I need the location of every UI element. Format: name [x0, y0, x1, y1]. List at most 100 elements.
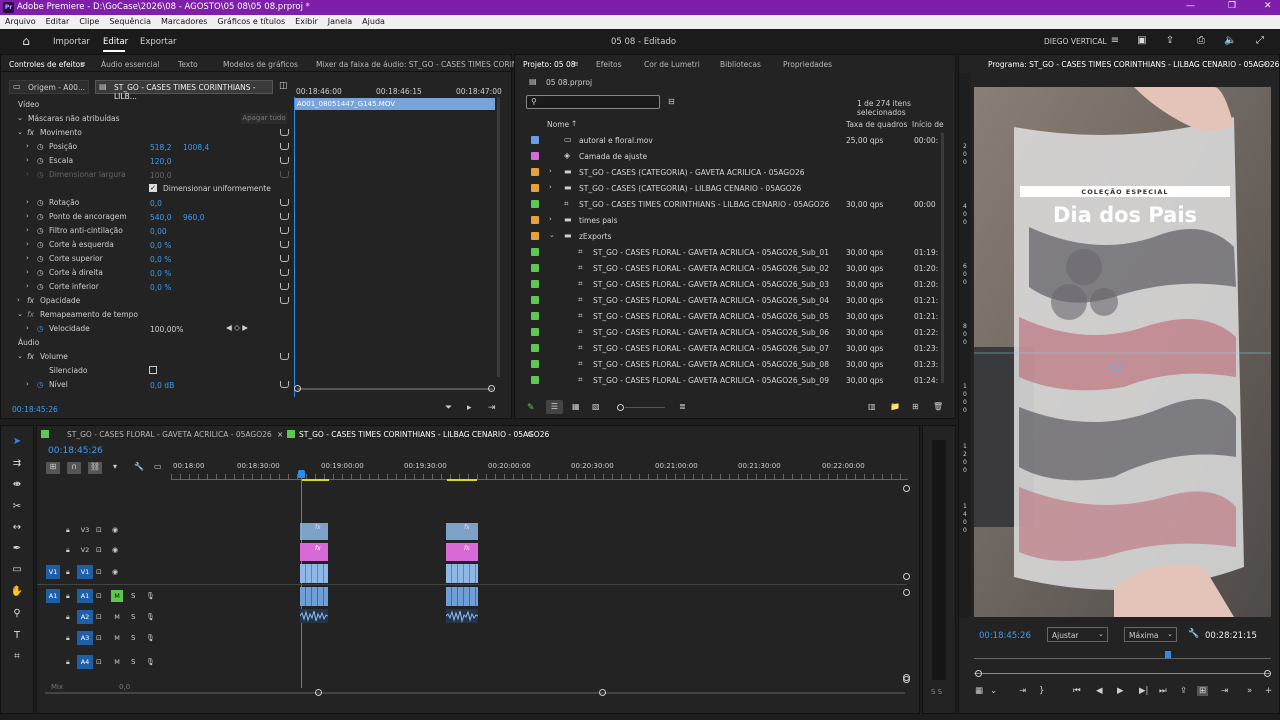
v2-adjustment-clip-1[interactable]: fx	[300, 543, 328, 561]
fit-dropdown[interactable]: Ajustar ⌄	[1047, 627, 1108, 642]
share-icon[interactable]: ⇪	[1164, 35, 1176, 47]
tab-graphic-templates[interactable]: Modelos de gráficos	[223, 60, 298, 69]
project-item[interactable]: › ▬ ST_GO - CASES (CATEGORIA) - LILBAG C…	[520, 180, 938, 196]
solo-track-icon[interactable]: S	[131, 592, 135, 600]
step-forward-icon[interactable]: ▶|	[1139, 686, 1148, 696]
expand-volume-icon[interactable]: ⌄	[17, 352, 23, 360]
source-clip-tab[interactable]: ▭ Origem - A00...	[9, 80, 89, 94]
mute-track-icon[interactable]: M	[111, 632, 123, 644]
automate-icon[interactable]: ▥	[868, 402, 876, 411]
prop-value-1[interactable]: 0,00	[150, 227, 167, 236]
stopwatch-speed-icon[interactable]: ◷	[37, 324, 44, 333]
ec-zoom-scrollbar[interactable]	[297, 388, 493, 390]
v-scroll-mid[interactable]	[903, 573, 910, 580]
program-time-ruler[interactable]	[974, 653, 1271, 659]
add-button-icon[interactable]: +	[1265, 686, 1272, 696]
linked-selection-icon[interactable]: ⛓	[88, 462, 102, 474]
nav-editar[interactable]: Editar	[103, 37, 128, 47]
expand-prop-icon[interactable]: ›	[26, 156, 29, 164]
project-item[interactable]: ◈ Camada de ajuste	[520, 148, 938, 164]
zoom-tool-icon[interactable]: ⚲	[9, 606, 25, 622]
tab-effect-controls[interactable]: Controles de efeitos	[9, 60, 84, 69]
filter-icon[interactable]: ⏷	[445, 403, 452, 413]
nav-exportar[interactable]: Exportar	[140, 37, 177, 47]
v-scroll-top[interactable]	[903, 485, 910, 492]
reset-prop-icon[interactable]	[280, 157, 289, 164]
track-label-a2[interactable]: A2	[77, 610, 93, 624]
menu-graficos[interactable]: Gráficos e títulos	[217, 15, 285, 29]
delete-all-button[interactable]: Apagar tudo	[241, 113, 287, 124]
ec-clip-bar[interactable]: A001_08051447_G145.MOV	[295, 98, 495, 110]
program-zoom-bar[interactable]	[974, 673, 1271, 674]
prop-value-1[interactable]: 540,0	[150, 213, 171, 222]
expand-prop-icon[interactable]: ›	[26, 254, 29, 262]
menu-editar[interactable]: Editar	[46, 15, 70, 29]
extract-icon[interactable]: ⊞	[1197, 686, 1209, 696]
label-color-swatch[interactable]	[531, 200, 539, 208]
expand-prop-icon[interactable]: ›	[26, 268, 29, 276]
label-color-swatch[interactable]	[531, 328, 539, 336]
prop-value-1[interactable]: 0,0	[150, 199, 162, 208]
track-label-a1[interactable]: A1	[77, 589, 93, 603]
v1-clip-2[interactable]	[446, 564, 478, 583]
expand-prop-icon[interactable]: ›	[26, 170, 29, 178]
solo-track-icon[interactable]: S	[131, 658, 135, 666]
timeline-timecode[interactable]: 00:18:45:26	[48, 446, 103, 456]
step-back-icon[interactable]: ◀	[1096, 686, 1103, 696]
tab-project[interactable]: Projeto: 05 08	[523, 60, 576, 69]
timeline-zoom-left[interactable]	[315, 689, 322, 696]
audio-icon[interactable]: 🔈	[1224, 35, 1236, 47]
project-scrollbar[interactable]	[941, 133, 944, 383]
project-item[interactable]: ⌗ ST_GO - CASES FLORAL - GAVETA ACRILICA…	[520, 276, 938, 292]
project-item[interactable]: ⌗ ST_GO - CASES FLORAL - GAVETA ACRILICA…	[520, 356, 938, 372]
stopwatch-icon[interactable]: ◷	[37, 170, 44, 179]
fullscreen-icon[interactable]: ⤢	[1254, 35, 1266, 47]
menu-arquivo[interactable]: Arquivo	[5, 15, 36, 29]
stopwatch-icon[interactable]: ◷	[37, 240, 44, 249]
ripple-edit-tool-icon[interactable]: ⇼	[9, 477, 25, 493]
prop-value-1[interactable]: 0,0 %	[150, 283, 171, 292]
sort-arrow-icon[interactable]: ↑	[571, 119, 577, 128]
snap-icon[interactable]: ∩	[67, 462, 81, 474]
menu-janela[interactable]: Janela	[328, 15, 352, 29]
project-item[interactable]: ⌗ ST_GO - CASES FLORAL - GAVETA ACRILICA…	[520, 244, 938, 260]
lift-icon[interactable]: ⇪	[1180, 686, 1187, 696]
ec-zoom-handle-right[interactable]	[488, 385, 495, 392]
solo-buttons[interactable]: S S	[931, 688, 942, 696]
reset-prop-icon[interactable]	[280, 199, 289, 206]
close-icon[interactable]: ✕	[1264, 1, 1272, 11]
trash-icon[interactable]: 🗑	[933, 402, 943, 411]
timeline-h-scrollbar[interactable]	[45, 692, 905, 694]
expand-speed-icon[interactable]: ›	[26, 324, 29, 332]
new-item-icon[interactable]: ⊞	[912, 402, 919, 411]
prop-value-2[interactable]: 960,0	[183, 213, 204, 222]
expand-prop-icon[interactable]: ›	[26, 240, 29, 248]
expand-motion-icon[interactable]: ⌄	[17, 128, 23, 136]
sync-lock-icon[interactable]: ⊡	[96, 658, 102, 666]
expand-prop-icon[interactable]: ›	[26, 142, 29, 150]
eye-icon[interactable]: ◉	[112, 546, 118, 554]
timeline-zoom-right[interactable]	[599, 689, 606, 696]
source-patch-a1[interactable]: A1	[46, 589, 60, 603]
program-video-frame[interactable]: COLEÇÃO ESPECIAL Dia dos Pais	[974, 87, 1271, 617]
column-name[interactable]: Nome	[547, 120, 569, 129]
ec-zoom-handle-left[interactable]	[294, 385, 301, 392]
tab-sequence-floral[interactable]: ST_GO - CASES FLORAL - GAVETA ACRILICA -…	[67, 430, 272, 439]
microphone-icon[interactable]: 🎙︎	[146, 613, 155, 621]
v1-clip-1[interactable]	[300, 564, 328, 583]
go-to-out-icon[interactable]: ⏭	[1159, 686, 1167, 696]
reset-prop-icon[interactable]	[280, 213, 289, 220]
expand-opacity-icon[interactable]: ›	[17, 296, 20, 304]
project-item[interactable]: ⌗ ST_GO - CASES FLORAL - GAVETA ACRILICA…	[520, 340, 938, 356]
tab-audio-mixer[interactable]: Mixer da faixa de áudio: ST_GO - CASES T…	[316, 60, 530, 69]
label-color-swatch[interactable]	[531, 360, 539, 368]
label-color-swatch[interactable]	[531, 152, 539, 160]
lock-icon[interactable]: 🔒︎	[66, 592, 70, 601]
column-fps[interactable]: Taxa de quadros	[846, 120, 907, 129]
timeline-ruler-ticks[interactable]	[171, 474, 908, 480]
nav-importar[interactable]: Importar	[53, 37, 90, 47]
project-item[interactable]: ▭ autoral e floral.mov 25,00 qps 00:00:	[520, 132, 938, 148]
program-zoom-left[interactable]	[975, 670, 982, 677]
sort-icon[interactable]: ≣	[679, 402, 686, 411]
mute-track-icon[interactable]: M	[111, 611, 123, 623]
